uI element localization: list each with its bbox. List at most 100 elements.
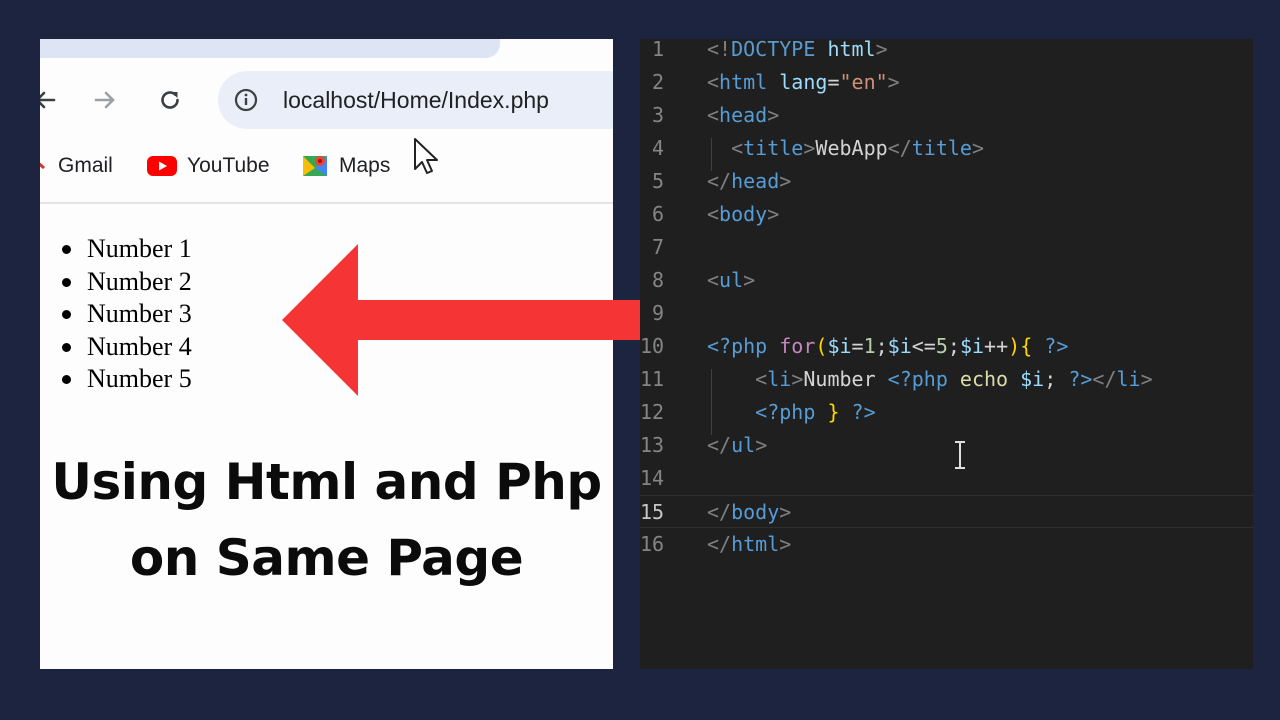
caption-title: Using Html and Php on Same Page — [40, 444, 613, 596]
code-token: ; — [875, 334, 888, 358]
code-token: > — [779, 169, 792, 193]
code-token: ( — [815, 334, 828, 358]
code-line[interactable]: 14 — [640, 462, 1253, 495]
line-number: 15 — [640, 500, 665, 524]
youtube-icon — [147, 155, 177, 177]
forward-button[interactable] — [90, 85, 120, 115]
number-list: Number 1 Number 2 Number 3 Number 4 Numb… — [62, 233, 192, 396]
back-button[interactable] — [40, 85, 60, 115]
code-token: $i — [959, 334, 985, 358]
bullet-icon — [62, 310, 71, 319]
caption-line-2: on Same Page — [129, 529, 524, 587]
bookmark-gmail[interactable]: Gmail — [40, 149, 113, 183]
code-line[interactable]: 13 </ul> — [640, 429, 1253, 462]
code-token: lang — [779, 70, 828, 94]
line-number: 9 — [651, 301, 664, 325]
code-token: 1 — [863, 334, 876, 358]
code-token: = — [851, 334, 864, 358]
code-line[interactable]: 3 <head> — [640, 99, 1253, 132]
code-token: > — [971, 136, 985, 160]
code-token: ?> — [1044, 334, 1069, 358]
code-text: <body> — [707, 198, 779, 231]
code-line[interactable]: 12 <?php } ?> — [640, 396, 1253, 429]
bookmark-youtube[interactable]: YouTube — [147, 149, 270, 183]
bullet-icon — [62, 375, 71, 384]
code-line[interactable]: 11 <li>Number <?php echo $i; ?></li> — [640, 363, 1253, 396]
code-token: </ — [1092, 367, 1117, 391]
code-token: > — [875, 39, 888, 61]
code-token: title — [911, 136, 972, 160]
bookmark-maps[interactable]: Maps — [301, 149, 390, 183]
code-token: head — [719, 103, 768, 127]
line-number: 7 — [651, 235, 664, 259]
code-token: ?> — [851, 400, 876, 424]
code-line[interactable]: 15 </body> — [640, 495, 1253, 528]
bookmark-label: Gmail — [58, 154, 113, 177]
code-token: li — [1116, 367, 1141, 391]
url-text[interactable]: localhost/Home/Index.php — [283, 71, 549, 129]
code-token: > — [767, 202, 780, 226]
code-text: <html lang="en"> — [707, 66, 900, 99]
address-bar[interactable]: localhost/Home/Index.php — [218, 71, 613, 129]
code-text: <ul> — [707, 264, 755, 297]
reload-button[interactable] — [155, 85, 185, 115]
code-text: <head> — [707, 99, 779, 132]
code-line[interactable]: 1 <!DOCTYPE html> — [640, 39, 1253, 66]
site-info-icon[interactable] — [234, 88, 258, 112]
code-token: < — [707, 70, 720, 94]
code-token: } — [827, 400, 840, 424]
code-token: </ — [707, 169, 732, 193]
bullet-icon — [62, 342, 71, 352]
code-token: $i — [827, 334, 852, 358]
list-item: Number 5 — [62, 363, 192, 396]
list-item: Number 2 — [62, 266, 192, 299]
bullet-icon — [62, 277, 71, 287]
code-text: </head> — [707, 165, 791, 198]
code-line[interactable]: 9 — [640, 297, 1253, 330]
text-cursor-icon — [955, 441, 965, 469]
list-item: Number 1 — [62, 233, 192, 266]
line-number: 1 — [651, 39, 664, 61]
code-token: ul — [731, 433, 756, 457]
reload-icon — [161, 91, 179, 109]
forward-arrow-icon — [94, 91, 115, 109]
code-editor[interactable]: 1 <!DOCTYPE html> 2 <html lang="en"> 3 <head>… — [640, 39, 1253, 669]
code-token: WebApp — [815, 136, 888, 160]
code-token: <?php — [887, 367, 948, 391]
code-line[interactable]: 4 <title>WebApp</title> — [640, 132, 1253, 165]
code-token: Number — [803, 367, 888, 391]
code-line[interactable]: 16 </html> — [640, 528, 1253, 561]
toolbar-divider — [40, 202, 613, 204]
code-token: DOCTYPE — [731, 39, 816, 61]
list-item-text: Number 4 — [87, 331, 192, 361]
tab-strip[interactable] — [40, 39, 500, 58]
line-number: 2 — [651, 70, 664, 94]
code-token: > — [779, 532, 792, 556]
code-token: ) — [1008, 334, 1021, 358]
back-arrow-icon — [40, 91, 56, 109]
code-line[interactable]: 7 — [640, 231, 1253, 264]
bullet-icon — [62, 245, 71, 254]
code-line[interactable]: 8 <ul> — [640, 264, 1253, 297]
line-number: 4 — [651, 136, 664, 160]
code-line[interactable]: 10 <?php for($i=1;$i<=5;$i++){ ?> — [640, 330, 1253, 363]
code-line[interactable]: 5 </head> — [640, 165, 1253, 198]
code-line[interactable]: 2 <html lang="en"> — [640, 66, 1253, 99]
code-text: </ul> — [707, 429, 767, 462]
code-token: body — [719, 202, 768, 226]
line-number: 6 — [651, 202, 664, 226]
bookmark-label: Maps — [339, 154, 391, 177]
code-token: html — [719, 70, 768, 94]
code-line[interactable]: 6 <body> — [640, 198, 1253, 231]
list-item-text: Number 1 — [87, 234, 192, 263]
bookmark-label: YouTube — [187, 154, 270, 177]
code-token: <?php — [755, 400, 816, 424]
code-token: <= — [911, 334, 936, 358]
